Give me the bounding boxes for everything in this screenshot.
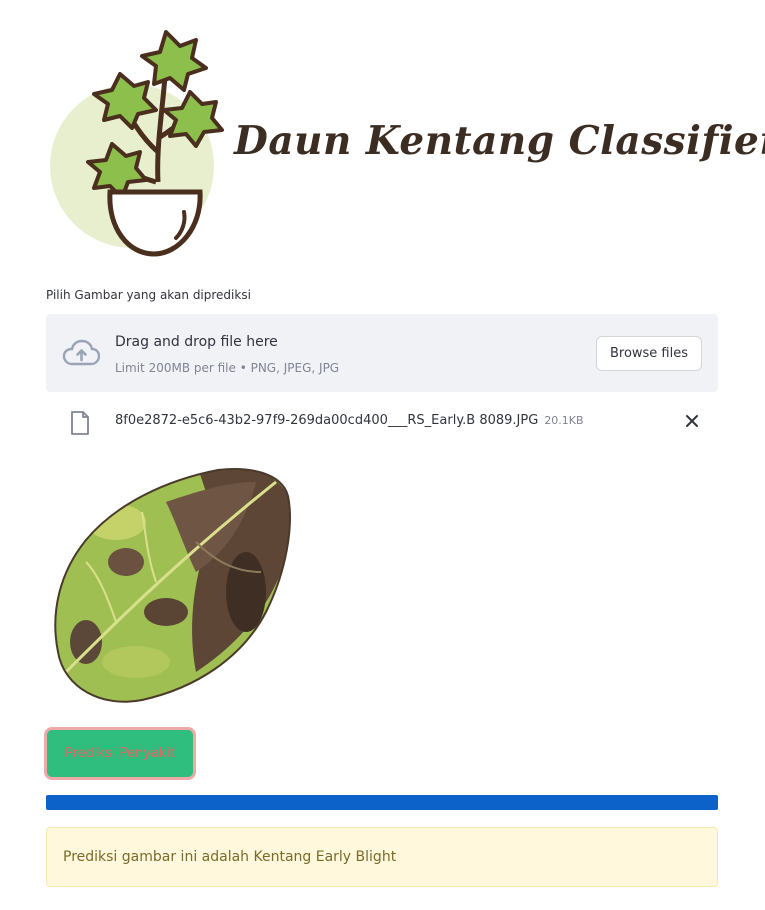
prediction-result-text: Prediksi gambar ini adalah Kentang Early… [63,849,397,865]
file-dropzone[interactable]: Drag and drop file here Limit 200MB per … [46,314,718,392]
file-name-text: 8f0e2872-e5c6-43b2-97f9-269da00cd400___R… [115,413,539,428]
remove-file-button[interactable] [680,409,704,433]
uploaded-image-preview [46,462,294,706]
file-icon [71,411,89,435]
dropzone-title: Drag and drop file here [115,334,278,350]
app-title: Daun Kentang Classifier [234,118,765,164]
predict-button[interactable]: Prediksi Penyakit [44,727,196,780]
close-icon [686,415,698,427]
file-size: 20.1KB [544,414,584,427]
potato-leaf-image [54,468,291,703]
app-logo [46,22,226,262]
plant-pot-icon [50,30,224,257]
prediction-result-alert: Prediksi gambar ini adalah Kentang Early… [46,827,718,887]
uploaded-file-row: 8f0e2872-e5c6-43b2-97f9-269da00cd400___R… [46,404,718,440]
browse-files-button[interactable]: Browse files [596,336,702,371]
uploader-label: Pilih Gambar yang akan diprediksi [46,288,251,302]
progress-bar-fill [46,795,718,810]
dropzone-limit: Limit 200MB per file • PNG, JPEG, JPG [115,361,340,375]
file-name: 8f0e2872-e5c6-43b2-97f9-269da00cd400___R… [115,413,584,428]
progress-bar [46,795,718,810]
cloud-upload-icon [62,339,100,366]
